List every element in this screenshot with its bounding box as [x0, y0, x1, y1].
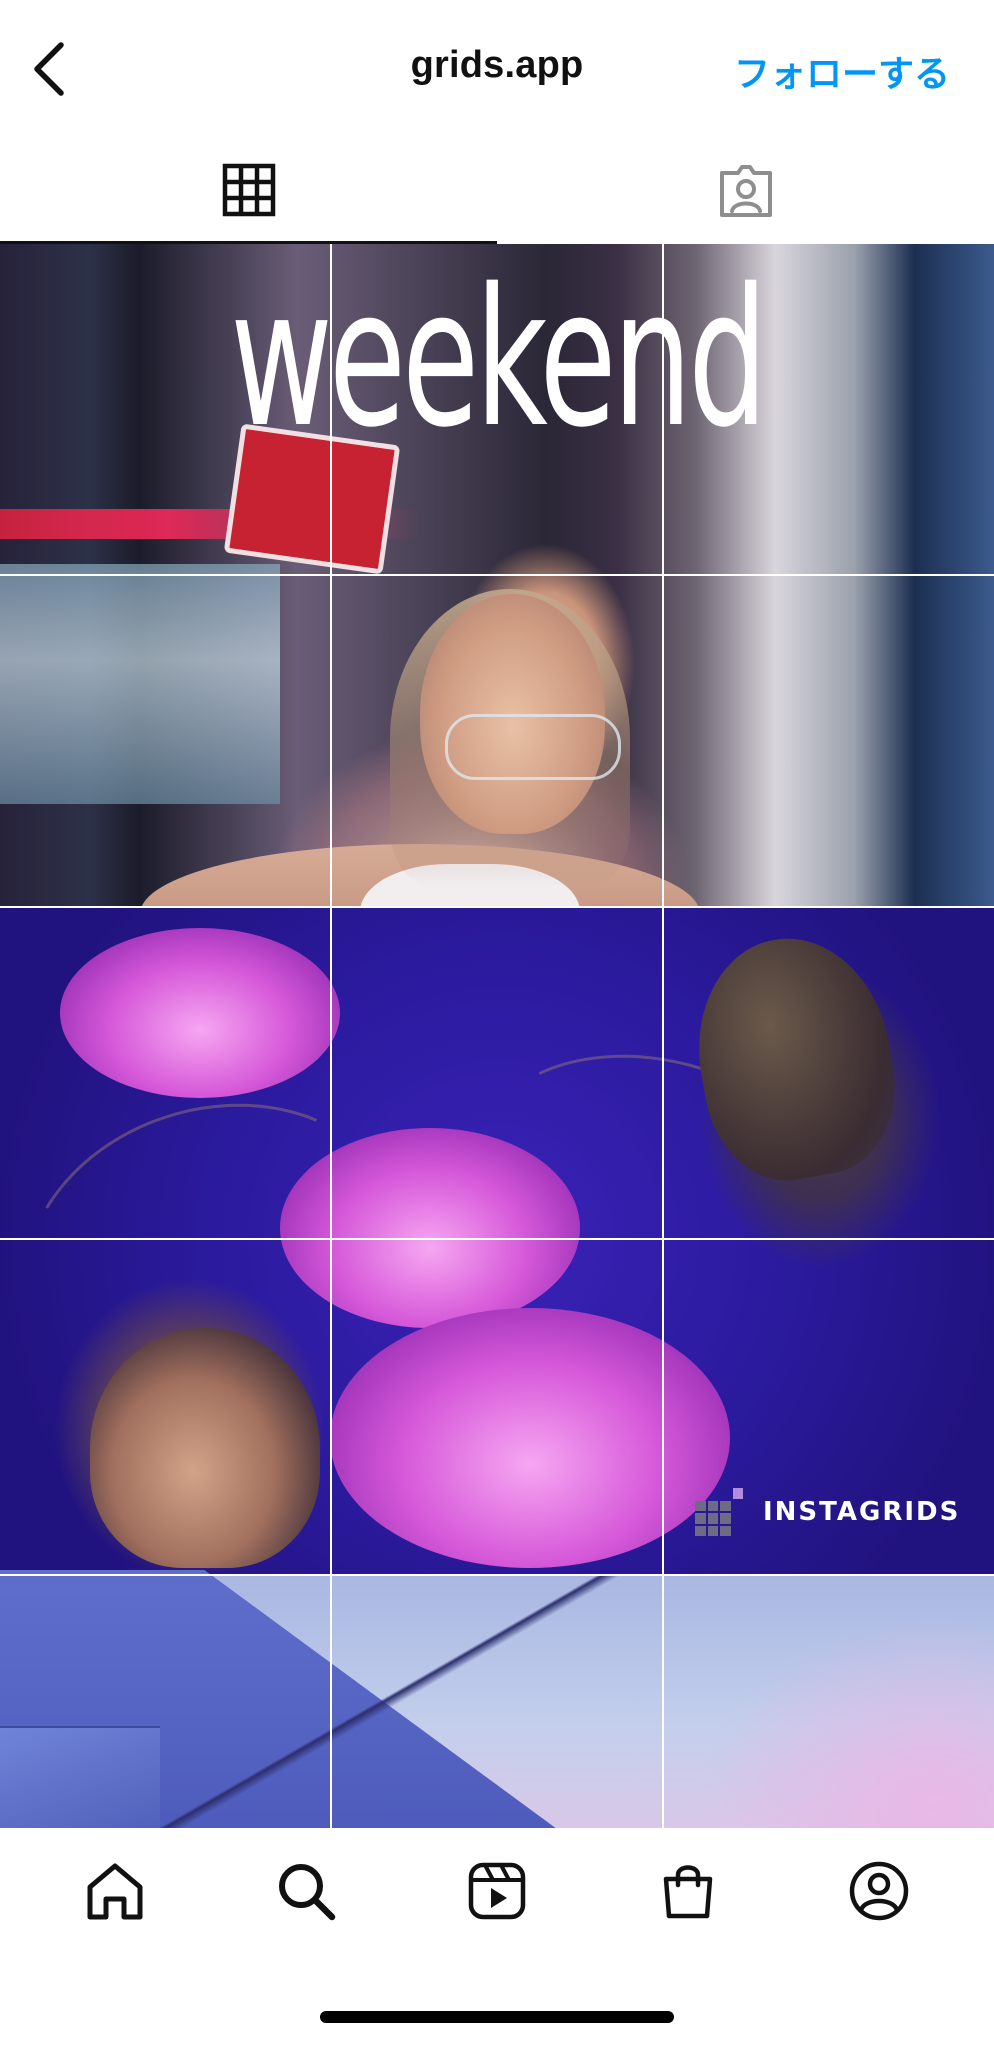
brand-watermark: INSTAGRIDS: [695, 1488, 960, 1536]
grid-tile[interactable]: [664, 908, 994, 1238]
grid-tile[interactable]: [332, 576, 662, 906]
grid-tile[interactable]: [0, 244, 330, 574]
instagrids-logo-icon: [695, 1488, 743, 1536]
tab-tagged[interactable]: [497, 140, 994, 244]
grid-tile[interactable]: [0, 908, 330, 1238]
grid-tile[interactable]: [0, 576, 330, 906]
nav-profile[interactable]: [839, 1853, 919, 1933]
profile-tabs: [0, 140, 994, 244]
tab-posts-grid[interactable]: [0, 140, 497, 244]
brand-name: INSTAGRIDS: [763, 1497, 961, 1527]
follow-button[interactable]: フォローする: [734, 45, 950, 97]
home-indicator[interactable]: [320, 2011, 674, 2023]
search-icon: [276, 1861, 336, 1926]
grid-tile[interactable]: [332, 1576, 662, 1828]
grid-tile[interactable]: [0, 1240, 330, 1574]
grid-tile[interactable]: [332, 244, 662, 574]
bottom-navigation: [0, 1828, 994, 1958]
grid-tile[interactable]: [664, 244, 994, 574]
grid-tile[interactable]: [332, 908, 662, 1238]
grid-tile[interactable]: [664, 576, 994, 906]
grid-tile[interactable]: [664, 1576, 994, 1828]
reels-icon: [467, 1861, 527, 1926]
nav-home[interactable]: [75, 1853, 155, 1933]
grid-icon: [222, 163, 276, 222]
profile-icon: [848, 1860, 910, 1927]
nav-reels[interactable]: [457, 1853, 537, 1933]
tagged-person-icon: [716, 161, 776, 224]
grid-tile[interactable]: [0, 1576, 330, 1828]
home-icon: [84, 1861, 146, 1926]
photo-grid: weekend: [0, 244, 994, 1828]
profile-header: grids.app フォローする: [0, 0, 994, 140]
shop-icon: [658, 1861, 718, 1926]
nav-shop[interactable]: [648, 1853, 728, 1933]
grid-tile[interactable]: [332, 1240, 662, 1574]
nav-search[interactable]: [266, 1853, 346, 1933]
